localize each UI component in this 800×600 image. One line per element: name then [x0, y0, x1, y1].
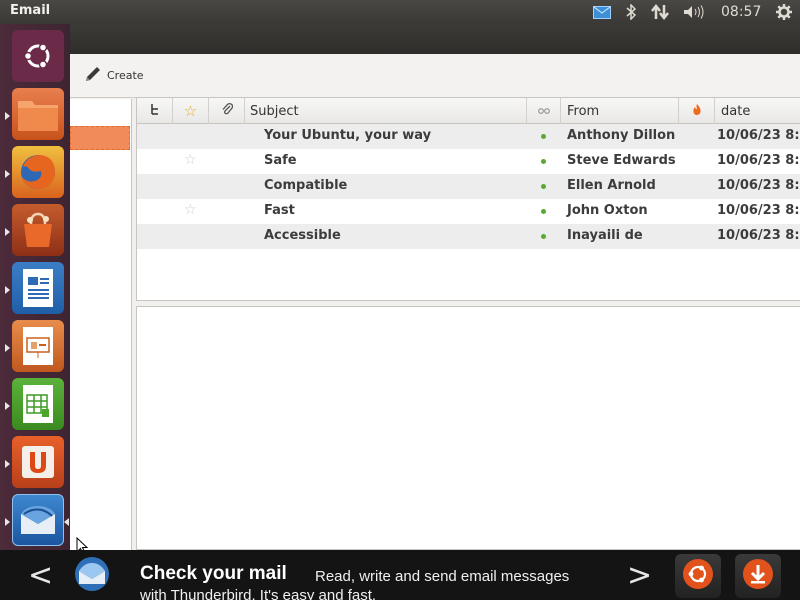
message-row[interactable]: ☆ Fast John Oxton 10/06/23 8:56	[137, 199, 800, 224]
date-column-header[interactable]: date	[715, 98, 800, 124]
unread-dot-icon[interactable]	[541, 159, 546, 164]
message-from: Inayaili de	[567, 228, 643, 243]
impress-icon[interactable]	[12, 320, 64, 372]
message-row[interactable]: ☆ Compatible Ellen Arnold 10/06/23 8:56	[137, 174, 800, 199]
ubuntu-logo-icon[interactable]	[12, 30, 64, 82]
calc-icon[interactable]	[12, 378, 64, 430]
message-from: Anthony Dillon	[567, 128, 676, 143]
folder-pane	[70, 99, 132, 550]
column-header: ☆ Subject From date	[137, 98, 800, 124]
from-header-label: From	[567, 103, 600, 119]
message-subject: Your Ubuntu, your way	[264, 128, 432, 143]
mail-icon[interactable]	[592, 2, 612, 22]
bluetooth-icon[interactable]	[622, 2, 640, 22]
running-indicator	[5, 344, 10, 352]
thread-column-header[interactable]	[137, 98, 173, 124]
message-row[interactable]: ☆ Accessible Inayaili de 10/06/23 8:56	[137, 224, 800, 249]
message-date: 10/06/23 8:56	[717, 178, 800, 193]
banner-headline: Check your mail	[140, 563, 287, 584]
paperclip-icon	[221, 102, 233, 120]
running-indicator	[5, 170, 10, 178]
running-indicator	[5, 460, 10, 468]
attachment-column-header[interactable]	[209, 98, 245, 124]
message-row[interactable]: ☆ Safe Steve Edwards 10/06/23 8:56	[137, 149, 800, 174]
star-column-header[interactable]: ☆	[173, 98, 209, 124]
banner-description: Read, write and send email messages	[315, 568, 570, 585]
ubuntu-circle-button[interactable]	[675, 554, 721, 598]
ubuntu-one-icon[interactable]	[12, 436, 64, 488]
running-indicator	[5, 518, 10, 526]
clock[interactable]: 08:57	[721, 4, 761, 20]
active-indicator	[64, 518, 69, 526]
files-icon[interactable]	[12, 88, 64, 140]
message-from: John Oxton	[567, 203, 648, 218]
date-header-label: date	[721, 103, 751, 119]
top-panel: Email 08:57	[0, 0, 800, 24]
ubuntu-circle-icon	[681, 557, 715, 595]
running-indicator	[5, 286, 10, 294]
download-button[interactable]	[735, 554, 781, 598]
writer-icon[interactable]	[12, 262, 64, 314]
message-row[interactable]: ☆ Your Ubuntu, your way Anthony Dillon 1…	[137, 124, 800, 149]
star-toggle-icon[interactable]: ☆	[184, 202, 197, 218]
running-indicator	[5, 402, 10, 410]
thunderbird-banner-icon	[72, 554, 112, 598]
unread-dot-icon[interactable]	[541, 234, 546, 239]
message-date: 10/06/23 8:56	[717, 153, 800, 168]
running-indicator	[5, 228, 10, 236]
thread-icon	[150, 103, 160, 119]
toolbar: Create	[70, 54, 800, 98]
message-subject: Compatible	[264, 178, 348, 193]
gear-icon[interactable]	[774, 2, 794, 22]
previous-arrow-icon[interactable]: <	[28, 558, 53, 593]
folder-item-selected[interactable]	[70, 126, 130, 150]
app-title: Email	[10, 3, 51, 18]
create-label: Create	[107, 68, 144, 82]
read-status-column-header[interactable]	[527, 98, 561, 124]
create-button[interactable]: Create	[80, 62, 148, 88]
message-date: 10/06/23 8:56	[717, 228, 800, 243]
firefox-icon[interactable]	[12, 146, 64, 198]
subject-header-label: Subject	[250, 103, 299, 119]
next-arrow-icon[interactable]: >	[627, 558, 652, 593]
message-subject: Accessible	[264, 228, 341, 243]
unread-dot-icon[interactable]	[541, 134, 546, 139]
volume-icon[interactable]	[682, 2, 706, 22]
launcher	[0, 24, 70, 550]
message-subject: Safe	[264, 153, 297, 168]
read-status-icon	[537, 104, 550, 119]
email-window: Create ☆ Subject From date Your Ubuntu, …	[70, 24, 800, 550]
banner-description-line2: with Thunderbird. It's easy and fast.	[140, 587, 377, 600]
star-icon: ☆	[183, 102, 198, 120]
network-icon[interactable]	[650, 2, 670, 22]
message-date: 10/06/23 8:56	[717, 203, 800, 218]
junk-column-header[interactable]	[679, 98, 715, 124]
tour-banner: < Check your mail Read, write and send e…	[0, 550, 800, 600]
flame-icon	[692, 103, 702, 120]
unread-dot-icon[interactable]	[541, 209, 546, 214]
star-toggle-icon[interactable]: ☆	[184, 152, 197, 168]
download-icon	[741, 557, 775, 595]
pencil-icon	[84, 65, 102, 86]
message-subject: Fast	[264, 203, 295, 218]
software-center-icon[interactable]	[12, 204, 64, 256]
from-column-header[interactable]: From	[561, 98, 679, 124]
message-from: Ellen Arnold	[567, 178, 656, 193]
message-date: 10/06/23 8:56	[717, 128, 800, 143]
message-from: Steve Edwards	[567, 153, 676, 168]
unread-dot-icon[interactable]	[541, 184, 546, 189]
window-titlebar[interactable]	[70, 24, 800, 54]
message-list: ☆ Subject From date Your Ubuntu, your wa…	[136, 97, 800, 301]
message-preview-pane	[136, 306, 800, 550]
thunderbird-icon[interactable]	[12, 494, 64, 546]
running-indicator	[5, 112, 10, 120]
subject-column-header[interactable]: Subject	[245, 98, 527, 124]
